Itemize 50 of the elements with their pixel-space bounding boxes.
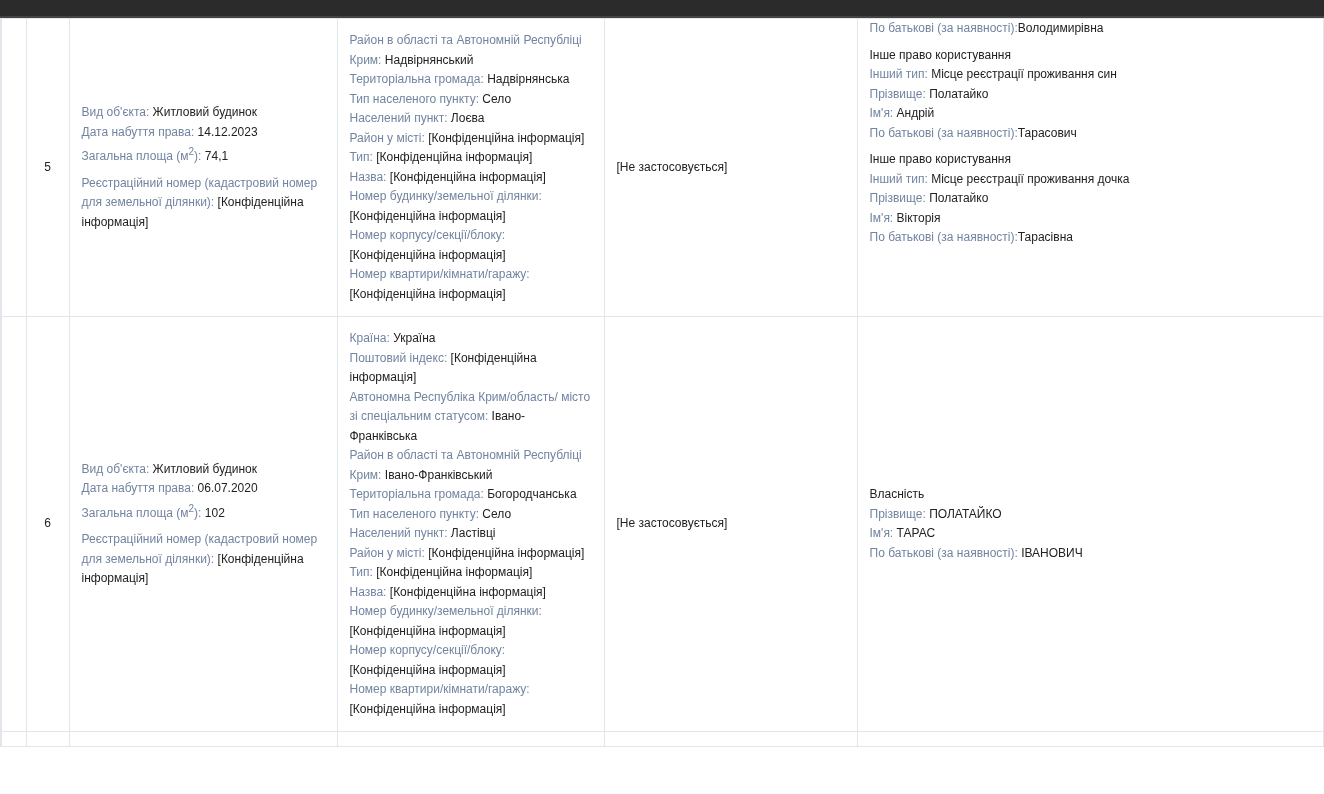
- field-text: Номер квартири/кімнати/гаражу: [Конфіденційна інформація]: [349, 681, 531, 718]
- field-text: Номер корпусу/секції/блоку: [Конфіденційна інформація]: [349, 227, 507, 264]
- field-text: Тип населеного пункту: Село: [349, 90, 513, 108]
- field-text: Поштовий індекс: [Конфіденційна інформація]: [349, 349, 538, 386]
- field-text: Реєстраційний номер (кадастровий номер для земельної ділянки): [Конфіденційна інформація]: [81, 174, 319, 231]
- field-text: Район у місті: [Конфіденційна інформація]: [349, 129, 586, 147]
- field-text: Район у місті: [Конфіденційна інформація]: [349, 544, 586, 562]
- field-text: Загальна площа (м$^{2}$): 74,1: [81, 145, 230, 165]
- field-text: Загальна площа (м$^{2}$): 102: [81, 501, 226, 522]
- field-text: Номер будинку/земельної ділянки: [Конфіденційна інформація]: [349, 188, 543, 225]
- field-text: По батькові (за наявності): ІВАНОВИЧ: [869, 544, 1084, 562]
- field-text: По батькові (за наявності):Тарасович: [869, 124, 1078, 142]
- field-text: Територіальна громада: Надвірнянська: [349, 71, 571, 88]
- field-text: Тип: [Конфіденційна інформація]: [349, 149, 534, 166]
- field-text: Тип: [Конфіденційна інформація]: [349, 564, 534, 581]
- field-text: Ім'я: Вікторія: [869, 209, 942, 227]
- field-text: Прізвище: Полатайко: [869, 190, 990, 207]
- field-text: Країна: Україна: [349, 330, 437, 347]
- field-text: Номер корпусу/секції/блоку: [Конфіденційна інформація]: [349, 642, 507, 679]
- field-text: Ім'я: Андрій: [869, 105, 936, 122]
- field-text: Реєстраційний номер (кадастровий номер для земельної ділянки): [Конфіденційна інформація]: [81, 531, 319, 587]
- field-text: Назва: [Конфіденційна інформація]: [349, 583, 547, 601]
- field-text: Вид об'єкта: Житловий будинок: [81, 460, 258, 478]
- field-text: Населений пункт: Лоєва: [349, 110, 486, 127]
- field-text: Інший тип: Місце реєстрації проживання син: [869, 66, 1118, 83]
- field-text: Район в області та Автономній Республіці Крим: Надвірнянський: [349, 32, 583, 69]
- field-text: Тип населеного пункту: Село: [349, 505, 513, 523]
- field-text: Назва: [Конфіденційна інформація]: [349, 168, 547, 186]
- row-number: 5: [44, 159, 51, 174]
- field-text: Номер будинку/земельної ділянки: [Конфіденційна інформація]: [349, 603, 543, 640]
- field-text: Автономна Республіка Крим/область/ місто зі спеціальним статусом: Івано-Франківська: [349, 388, 592, 445]
- field-text: Прізвище: Полатайко: [869, 85, 990, 103]
- field-text: По батькові (за наявності):Тарасівна: [869, 229, 1074, 246]
- row-number: 6: [44, 516, 51, 531]
- field-text: Населений пункт: Ластівці: [349, 525, 497, 542]
- right-title: Інше право користування: [869, 151, 1012, 168]
- field-text: По батькові (за наявності):Володимирівна: [869, 20, 1105, 37]
- field-text: Район в області та Автономній Республіці Крим: Івано-Франківський: [349, 447, 583, 484]
- field-text: Інший тип: Місце реєстрації проживання дочка: [869, 170, 1131, 188]
- table-cell: [Не застосовується]: [616, 159, 728, 174]
- field-text: Номер квартири/кімнати/гаражу: [Конфіденційна інформація]: [349, 266, 531, 303]
- right-title: Власність: [869, 486, 926, 503]
- field-text: Прізвище: ПОЛАТАЙКО: [869, 505, 1003, 523]
- field-text: Ім'я: ТАРАС: [869, 525, 937, 542]
- table-cell: [Не застосовується]: [616, 516, 728, 531]
- field-text: Вид об'єкта: Житловий будинок: [81, 104, 258, 121]
- field-text: Дата набуття права: 14.12.2023: [81, 123, 259, 141]
- field-text: Дата набуття права: 06.07.2020: [81, 480, 259, 497]
- right-title: Інше право користування: [869, 46, 1012, 64]
- field-text: Територіальна громада: Богородчанська: [349, 486, 578, 503]
